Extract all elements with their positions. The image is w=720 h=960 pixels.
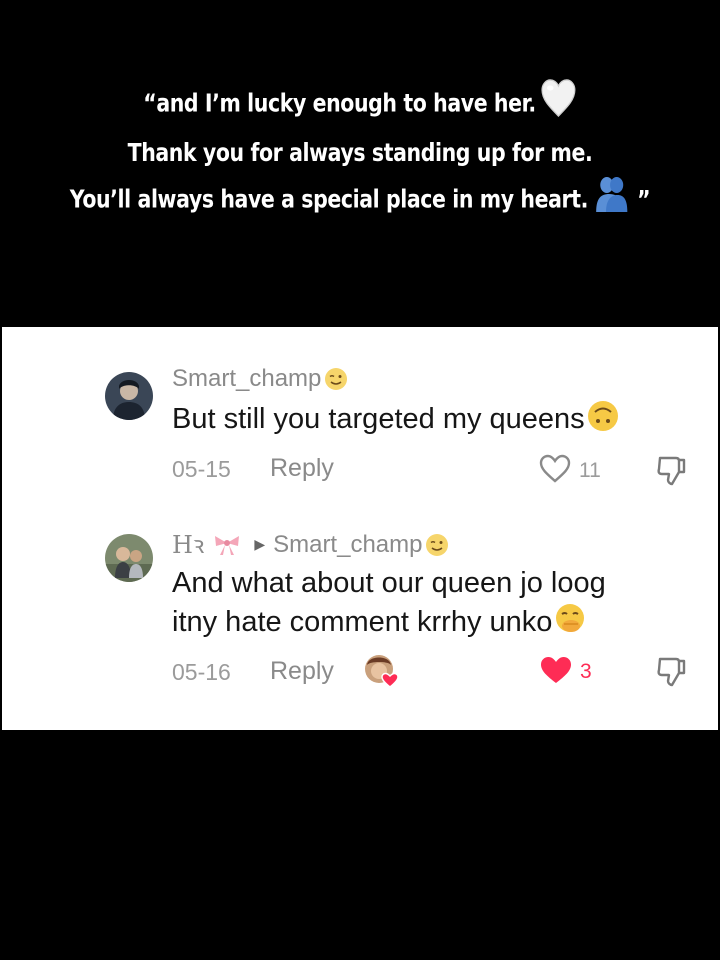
dislike-icon[interactable] [654,655,688,694]
reply-arrow-icon: ▶ [254,536,266,552]
heart-filled-icon[interactable] [539,655,573,690]
white-heart-icon [541,78,577,131]
dislike-icon[interactable] [654,454,688,493]
comment-text: But still you targeted my queens [172,400,619,439]
caption-overlay: “and I’m lucky enough to have her. Thank… [65,78,655,227]
like-count: 11 [579,459,601,482]
like-count: 3 [580,660,592,683]
comment-date: 05-16 [172,659,231,685]
caption-line-1: “and I’m lucky enough to have her. [65,78,655,131]
winking-face-icon [324,367,348,391]
comment-date: 05-15 [172,456,231,482]
avatar[interactable] [105,372,153,420]
caption-line-2: Thank you for always standing up for me. [127,138,593,167]
people-hugging-icon [593,174,631,227]
creator-liked-avatar [362,653,402,694]
reply-button[interactable]: Reply [270,454,334,483]
comment-text: And what about our queen jo loog itny ha… [172,567,606,638]
face-with-hand-over-mouth-icon [554,603,586,635]
upside-down-face-icon [587,400,619,432]
reply-button[interactable]: Reply [270,657,334,686]
caption-line-3: You’ll always have a special place in my… [65,174,655,227]
ribbon-icon [212,533,242,557]
winking-face-icon [425,533,449,557]
avatar[interactable] [105,534,153,582]
comment-username[interactable]: Smart_champ [172,365,348,393]
comment-panel: Smart_champ But still you targeted my qu… [2,327,718,730]
comment-username[interactable]: Hꝛ ▶ Smart_champ [172,528,449,561]
heart-outline-icon[interactable] [539,454,571,489]
